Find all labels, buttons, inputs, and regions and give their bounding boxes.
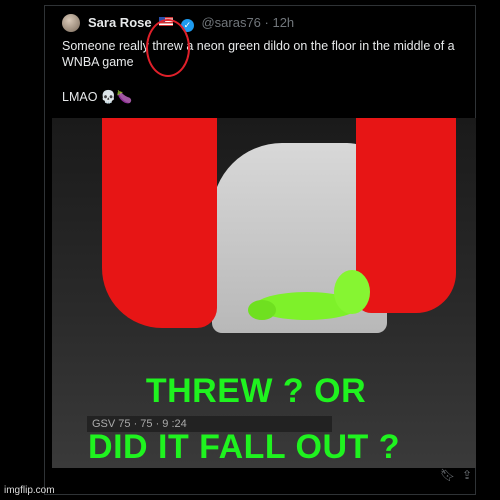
tweet-photo[interactable]: GSV 75 · 75 · 9 :24 [52,118,476,468]
watermark: imgflip.com [4,485,55,496]
share-icon[interactable]: ⇪ [462,468,472,482]
bookmark-icon[interactable]: 🔖︎ [440,468,455,482]
tweet-reaction: LMAO 💀🍆 [62,90,133,104]
red-circle-annotation [146,19,190,77]
red-sock-left [102,118,217,328]
author-name[interactable]: Sara Rose [88,15,152,30]
tweet-header: Sara Rose ✓ @saras76 · 12h [88,15,294,32]
author-handle[interactable]: @saras76 · 12h [201,15,294,30]
tweet-line: WNBA game [62,55,134,69]
meme-caption-line1: THREW ? OR [145,372,367,410]
avatar[interactable] [62,14,80,32]
tweet-line: Someone really threw a neon green dildo … [62,39,455,53]
meme-caption-line2: DID IT FALL OUT ? [88,428,400,466]
green-object [248,270,370,320]
tweet-text: Someone really threw a neon green dildo … [62,38,470,70]
